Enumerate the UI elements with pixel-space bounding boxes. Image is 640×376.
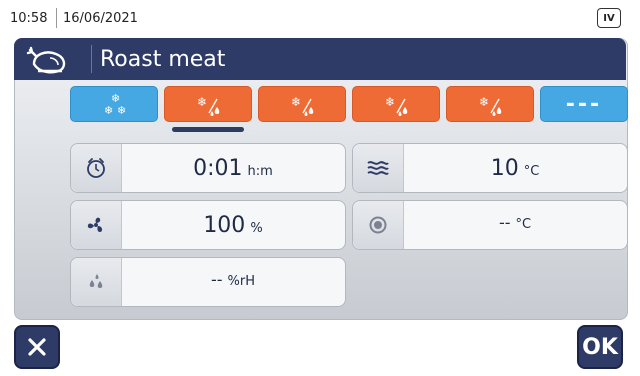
snowflake-drop-icon: ❄ — [385, 95, 408, 116]
status-time: 10:58 — [10, 11, 48, 26]
phase-tab-5[interactable]: ❄ — [446, 86, 534, 122]
svg-text:❄: ❄ — [385, 95, 395, 109]
ok-button[interactable]: OK — [577, 325, 623, 369]
core-probe-icon — [353, 201, 404, 249]
snowflake-drop-icon: ❄ — [197, 95, 220, 116]
snowflake-icon: ❄❄ ❄ — [104, 92, 126, 117]
time-card[interactable]: 0:01 h:m — [70, 143, 346, 193]
time-value: 0:01 — [193, 156, 243, 181]
core-temperature-unit: °C — [515, 217, 532, 232]
snowflake-drop-icon: ❄ — [291, 95, 314, 116]
air-temperature-icon — [353, 144, 404, 192]
cancel-button[interactable] — [14, 325, 60, 369]
close-icon — [28, 338, 46, 356]
timer-icon — [71, 144, 122, 192]
snowflake-drop-icon: ❄ — [479, 95, 502, 116]
phase-tab-add[interactable]: --- — [540, 86, 628, 122]
roast-chicken-icon — [26, 44, 74, 76]
air-temperature-card[interactable]: 10 °C — [352, 143, 628, 193]
access-level-badge[interactable]: IV — [597, 8, 621, 28]
fan-value: 100 — [203, 213, 246, 238]
svg-text:❄: ❄ — [104, 104, 113, 117]
phase-tab-1[interactable]: ❄ ❄ ❄ — [70, 86, 158, 122]
phase-tab-2[interactable]: ❄ — [164, 86, 252, 122]
svg-text:❄: ❄ — [197, 95, 207, 109]
core-temperature-value: -- — [498, 213, 511, 232]
selected-phase-indicator — [172, 127, 244, 132]
fan-unit: % — [250, 221, 263, 236]
svg-text:❄: ❄ — [479, 95, 489, 109]
fan-card[interactable]: 100 % — [70, 200, 346, 250]
humidity-icon — [71, 258, 122, 306]
phase-tab-3[interactable]: ❄ — [258, 86, 346, 122]
core-temperature-card[interactable]: -- °C — [352, 200, 628, 250]
air-temperature-value: 10 — [490, 156, 519, 181]
air-temperature-unit: °C — [523, 164, 540, 179]
status-date: 16/06/2021 — [63, 11, 138, 26]
phase-tab-4[interactable]: ❄ — [352, 86, 440, 122]
svg-text:❄: ❄ — [291, 95, 301, 109]
humidity-unit: %rH — [227, 274, 256, 289]
time-unit: h:m — [247, 164, 273, 179]
fan-icon — [71, 201, 122, 249]
svg-text:❄: ❄ — [117, 104, 126, 117]
program-title: Roast meat — [100, 47, 226, 72]
status-divider — [56, 8, 57, 28]
humidity-card[interactable]: -- %rH — [70, 257, 346, 307]
title-divider — [91, 45, 92, 73]
humidity-value: -- — [210, 270, 223, 289]
